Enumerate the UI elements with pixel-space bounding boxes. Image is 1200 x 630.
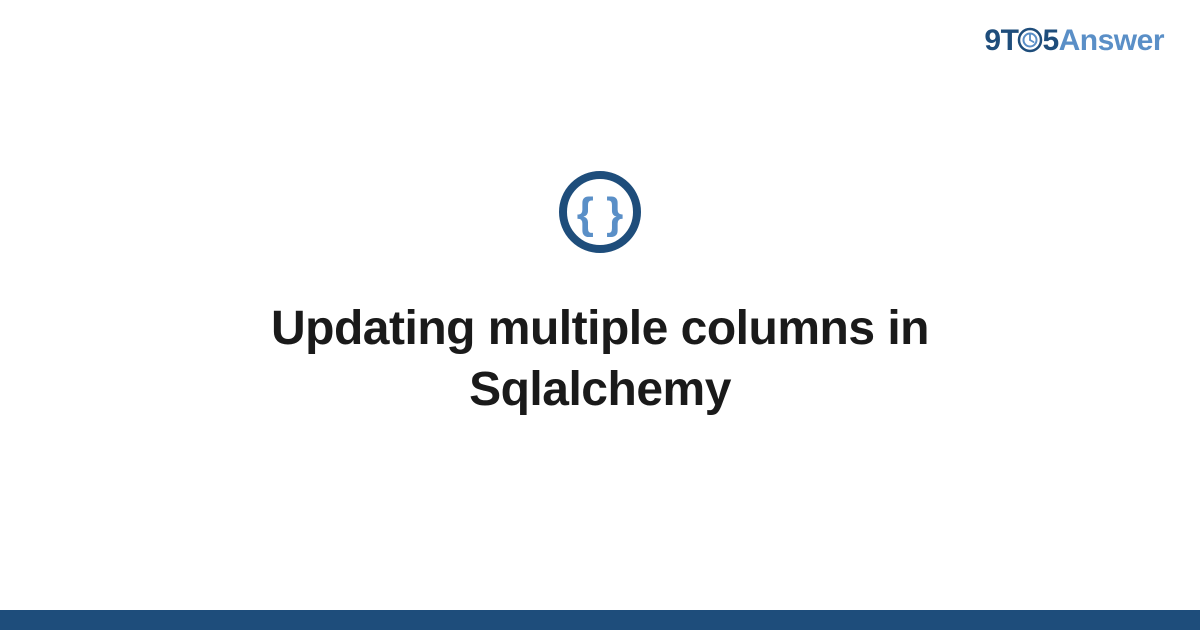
footer-bar xyxy=(0,610,1200,630)
page-title: Updating multiple columns in Sqlalchemy xyxy=(150,298,1050,421)
code-braces-icon: { } xyxy=(558,170,642,254)
main-content: { } Updating multiple columns in Sqlalch… xyxy=(0,0,1200,610)
svg-text:{ }: { } xyxy=(577,189,623,238)
